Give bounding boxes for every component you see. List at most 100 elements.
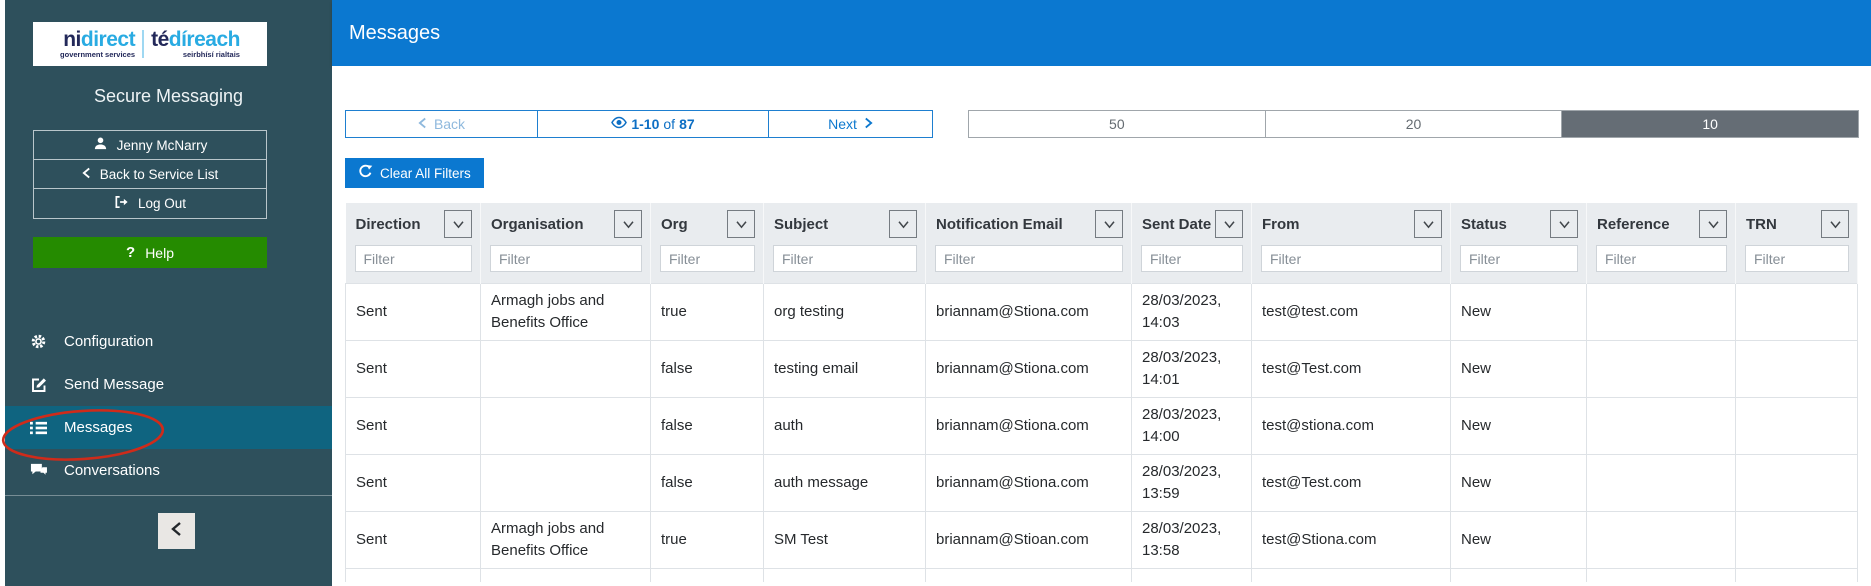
column-header-org: Org	[650, 203, 764, 245]
table-row-partial	[345, 567, 1858, 582]
chevron-down-icon	[1558, 217, 1571, 232]
sidebar-button-group: Jenny McNarry Back to Service List Log O…	[33, 130, 267, 219]
column-dropdown-from[interactable]	[1414, 210, 1442, 238]
column-header-reference: Reference	[1586, 203, 1736, 245]
pagination-range: 1-10	[631, 116, 660, 132]
cell-direction: Sent	[345, 453, 481, 512]
logo-tagline-ga: seirbhísí rialtais	[182, 50, 240, 60]
column-header-direction: Direction	[345, 203, 481, 245]
filter-input-direction[interactable]	[354, 245, 472, 272]
column-dropdown-status[interactable]	[1550, 210, 1578, 238]
column-dropdown-notification-email[interactable]	[1095, 210, 1123, 238]
cell-direction: Sent	[345, 282, 481, 341]
chevron-down-icon	[735, 217, 748, 232]
pagination-range-indicator: 1-10 of 87	[537, 110, 769, 138]
page-size-50[interactable]: 50	[969, 111, 1266, 137]
cell-status: New	[1450, 282, 1587, 341]
sidebar-item-conversations[interactable]: Conversations	[5, 449, 332, 492]
page-title: Messages	[349, 21, 441, 44]
sidebar-collapse-button[interactable]	[158, 513, 195, 549]
table-row[interactable]: Sent Armagh jobs and Benefits Office true S…	[345, 510, 1858, 569]
compose-icon	[29, 377, 48, 393]
filter-input-notification-email[interactable]	[935, 245, 1123, 272]
sidebar-item-send-message[interactable]: Send Message	[5, 363, 332, 406]
cell-sent-date: 28/03/2023, 13:58	[1131, 510, 1252, 569]
logout-icon	[114, 195, 129, 212]
pagination: Back 1-10 of 87 Next	[345, 110, 933, 138]
chevron-right-icon	[864, 116, 873, 132]
filter-input-subject[interactable]	[773, 245, 917, 272]
chevron-down-icon	[622, 217, 635, 232]
pagination-back-button[interactable]: Back	[345, 110, 538, 138]
cell-organisation: Armagh jobs and Benefits Office	[480, 510, 651, 569]
filter-input-org[interactable]	[660, 245, 755, 272]
page-size-10[interactable]: 10	[1562, 111, 1859, 137]
column-dropdown-reference[interactable]	[1699, 210, 1727, 238]
sidebar-item-configuration[interactable]: Configuration	[5, 320, 332, 363]
table-row[interactable]: Sent false testing email briannam@Stiona.co…	[345, 339, 1858, 398]
filter-input-reference[interactable]	[1596, 245, 1727, 272]
chevron-left-icon	[418, 116, 427, 132]
logo-tagline-en: government services	[60, 50, 136, 60]
filter-input-from[interactable]	[1261, 245, 1442, 272]
cell-notification-email: briannam@Stioan.com	[925, 510, 1132, 569]
column-header-sent-date: Sent Date	[1131, 203, 1252, 245]
sidebar-item-messages[interactable]: Messages	[5, 406, 332, 449]
clear-all-filters-button[interactable]: Clear All Filters	[345, 158, 484, 188]
cell-trn	[1735, 339, 1858, 398]
cell-subject: testing email	[763, 339, 926, 398]
table-row[interactable]: Sent false auth message briannam@Stiona.com…	[345, 453, 1858, 512]
sidebar: nidirect government services tédíreach s…	[0, 0, 332, 586]
cell-org: false	[650, 453, 764, 512]
cell-org: true	[650, 282, 764, 341]
chevron-down-icon	[452, 217, 465, 232]
page-size-selector: 50 20 10	[968, 110, 1859, 138]
column-header-status: Status	[1450, 203, 1587, 245]
user-button[interactable]: Jenny McNarry	[34, 131, 266, 160]
chevron-down-icon	[1829, 217, 1842, 232]
page-header: Messages	[332, 0, 1871, 66]
back-to-service-list-button[interactable]: Back to Service List	[34, 160, 266, 189]
filter-input-trn[interactable]	[1745, 245, 1849, 272]
column-dropdown-direction[interactable]	[444, 210, 472, 238]
table-row[interactable]: Sent Armagh jobs and Benefits Office true o…	[345, 282, 1858, 341]
table-row[interactable]: Sent false auth briannam@Stiona.com 28/03/20…	[345, 396, 1858, 455]
filter-input-sent-date[interactable]	[1141, 245, 1243, 272]
cell-trn	[1735, 282, 1858, 341]
cell-status: New	[1450, 339, 1587, 398]
column-dropdown-subject[interactable]	[889, 210, 917, 238]
column-dropdown-org[interactable]	[727, 210, 755, 238]
cell-organisation	[480, 396, 651, 455]
cell-trn	[1735, 510, 1858, 569]
cell-organisation	[480, 339, 651, 398]
column-dropdown-sent-date[interactable]	[1215, 210, 1243, 238]
logo-english: nidirect government services	[60, 28, 136, 60]
logout-button[interactable]: Log Out	[34, 189, 266, 218]
chevron-down-icon	[1223, 217, 1236, 232]
cell-notification-email: briannam@Stiona.com	[925, 339, 1132, 398]
filter-input-status[interactable]	[1460, 245, 1578, 272]
cell-direction: Sent	[345, 339, 481, 398]
logo-irish: tédíreach seirbhísí rialtais	[151, 28, 240, 60]
cell-notification-email: briannam@Stiona.com	[925, 453, 1132, 512]
pagination-total: 87	[679, 116, 695, 132]
column-dropdown-organisation[interactable]	[614, 210, 642, 238]
main-content: Back 1-10 of 87 Next 50 20 10 Clear All …	[332, 66, 1871, 586]
column-dropdown-trn[interactable]	[1821, 210, 1849, 238]
cell-sent-date: 28/03/2023, 14:01	[1131, 339, 1252, 398]
question-mark-icon: ?	[126, 244, 136, 261]
chevron-down-icon	[897, 217, 910, 232]
cell-org: false	[650, 396, 764, 455]
chevron-left-icon	[171, 521, 182, 542]
sidebar-divider	[5, 495, 332, 496]
column-header-subject: Subject	[763, 203, 926, 245]
cell-organisation: Armagh jobs and Benefits Office	[480, 282, 651, 341]
filter-input-organisation[interactable]	[490, 245, 642, 272]
cell-direction: Sent	[345, 396, 481, 455]
page-size-20[interactable]: 20	[1265, 111, 1563, 137]
chevron-down-icon	[1422, 217, 1435, 232]
pagination-next-button[interactable]: Next	[768, 110, 933, 138]
cell-subject: SM Test	[763, 510, 926, 569]
cell-from: test@stiona.com	[1251, 396, 1451, 455]
help-button[interactable]: ? Help	[33, 237, 267, 268]
